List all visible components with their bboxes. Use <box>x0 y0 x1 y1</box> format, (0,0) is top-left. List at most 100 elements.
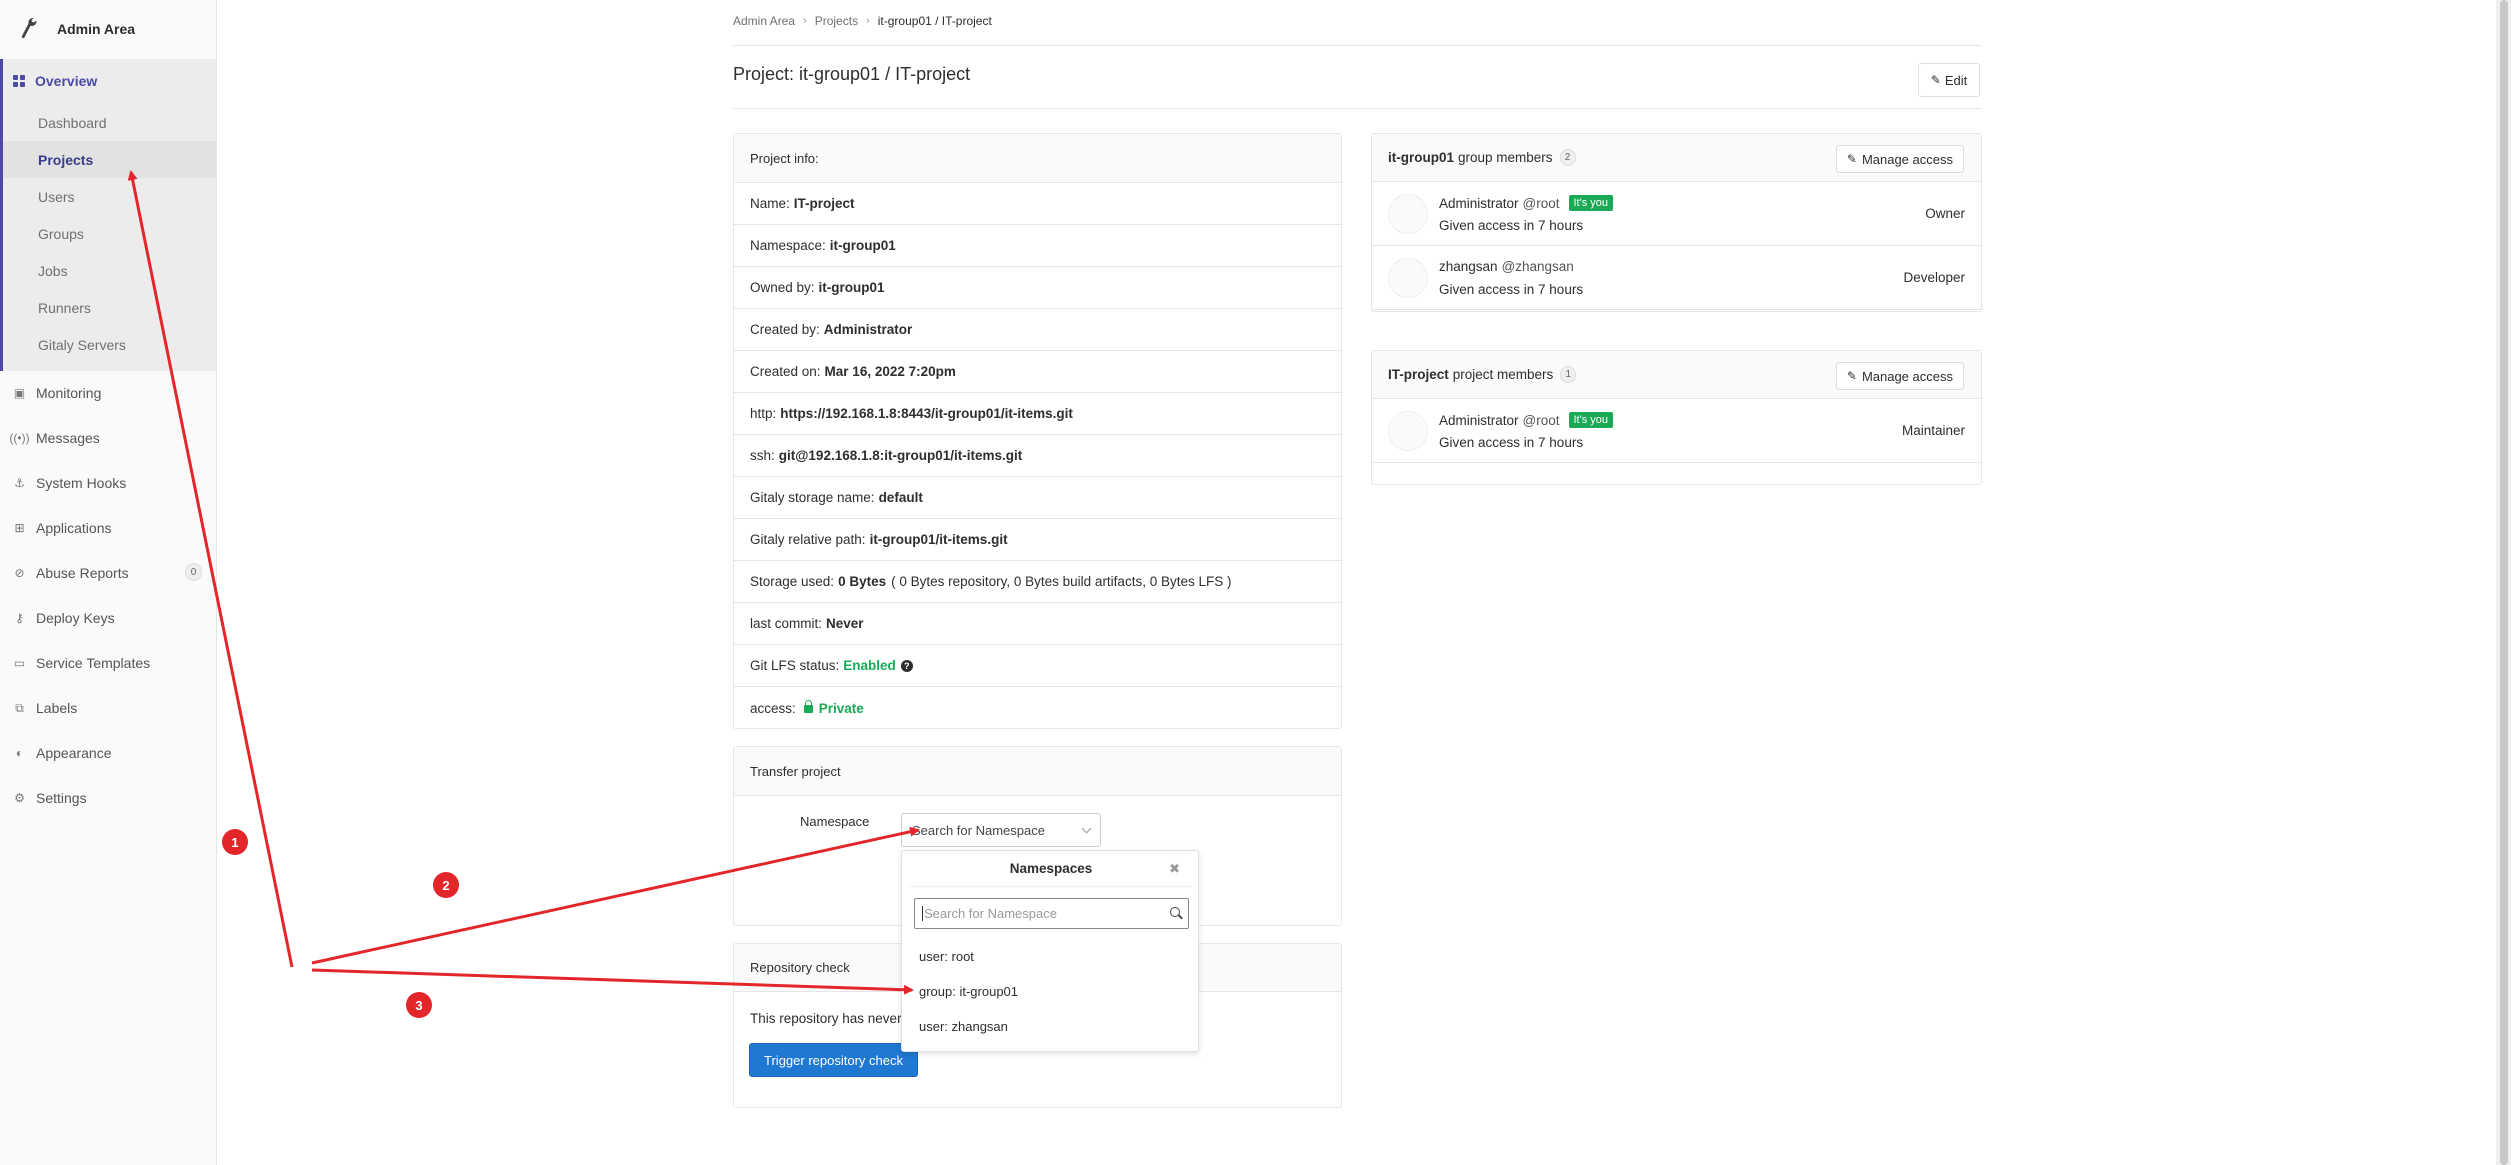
sidebar-item-groups[interactable]: Groups <box>38 219 84 249</box>
sidebar-header[interactable]: Admin Area <box>0 0 216 58</box>
repository-check-text: This repository has never <box>750 1011 902 1026</box>
panel-heading: Project info: <box>734 134 1341 183</box>
sidebar-item-system-hooks[interactable]: ⚓ System Hooks <box>13 468 126 498</box>
sidebar-item-label: System Hooks <box>36 475 127 491</box>
project-info-list: Name: IT-project Namespace: it-group01 Own… <box>734 183 1341 729</box>
sidebar-item-settings[interactable]: ⚙ Settings <box>13 783 87 813</box>
member-access-since: Given access in 7 hours <box>1439 435 1584 450</box>
report-icon: ⊘ <box>14 566 25 580</box>
namespace-option-root[interactable]: user: root <box>919 949 974 964</box>
namespace-option-zhangsan[interactable]: user: zhangsan <box>919 1019 1008 1034</box>
info-row-storage-used: Storage used: 0 Bytes( 0 Bytes repository… <box>734 561 1341 603</box>
hook-icon: ⚓ <box>14 476 25 490</box>
member-role: Developer <box>1903 270 1965 285</box>
question-icon[interactable]: ? <box>900 659 913 672</box>
sidebar-item-label: Monitoring <box>36 385 102 401</box>
avatar[interactable] <box>1388 411 1428 451</box>
sidebar-item-runners[interactable]: Runners <box>38 293 91 323</box>
group-name[interactable]: it-group01 <box>1388 150 1454 165</box>
manage-access-button[interactable]: ✎ Manage access <box>1835 362 1964 390</box>
gear-icon: ⚙ <box>14 791 25 805</box>
manage-access-button[interactable]: ✎ Manage access <box>1835 145 1964 173</box>
sidebar-item-overview[interactable]: Overview <box>13 66 97 96</box>
sidebar-item-service-templates[interactable]: ▭ Service Templates <box>13 648 150 678</box>
overview-grid-icon <box>13 75 25 87</box>
sidebar-item-dashboard[interactable]: Dashboard <box>38 108 107 138</box>
sidebar-item-jobs[interactable]: Jobs <box>38 256 68 286</box>
avatar[interactable] <box>1388 194 1428 234</box>
sidebar-item-label: Service Templates <box>36 655 151 671</box>
sidebar-item-gitaly-servers[interactable]: Gitaly Servers <box>38 330 126 360</box>
edit-label: Edit <box>1944 72 1968 88</box>
sidebar-item-label: Abuse Reports <box>36 565 129 581</box>
edit-icon: ✎ <box>1846 152 1857 166</box>
namespace-option-it-group01[interactable]: group: it-group01 <box>919 984 1018 999</box>
member-name[interactable]: Administrator <box>1439 413 1519 428</box>
member-row: Administrator @root It's you Given acces… <box>1372 399 1981 463</box>
namespace-search-input[interactable]: Search for Namespace <box>914 898 1189 929</box>
project-members-heading: IT-project project members 1 ✎ Manage ac… <box>1372 351 1981 399</box>
breadcrumb-current[interactable]: it-group01 / IT-project <box>878 14 992 28</box>
sidebar-item-abuse-reports[interactable]: ⊘ Abuse Reports <box>13 558 129 588</box>
edit-icon: ✎ <box>1846 369 1857 383</box>
namespace-dropdown: Namespaces ✖ Search for Namespace user: … <box>901 850 1199 1052</box>
sidebar-item-applications[interactable]: ⊞ Applications <box>13 513 112 543</box>
broadcast-icon: ((•)) <box>9 431 30 445</box>
abuse-reports-count-badge: 0 <box>185 563 202 581</box>
sidebar-title: Admin Area <box>57 21 136 37</box>
info-row-created-on: Created on: Mar 16, 2022 7:20pm <box>734 351 1341 393</box>
breadcrumb-admin-area[interactable]: Admin Area <box>733 14 795 28</box>
search-placeholder: Search for Namespace <box>924 906 1057 921</box>
sidebar-item-deploy-keys[interactable]: ⚷ Deploy Keys <box>13 603 115 633</box>
label-icon: ⧉ <box>15 700 24 715</box>
member-name[interactable]: zhangsan <box>1439 259 1498 274</box>
overview-active-bar <box>0 59 3 371</box>
info-row-lfs-status: Git LFS status: Enabled? <box>734 645 1341 687</box>
template-icon: ▭ <box>13 656 26 670</box>
page-title: Project: it-group01 / IT-project <box>733 64 971 84</box>
its-you-badge: It's you <box>1568 412 1614 428</box>
info-row-last-commit: last commit: Never <box>734 603 1341 645</box>
sidebar-item-monitoring[interactable]: ▣ Monitoring <box>13 378 102 408</box>
its-you-badge: It's you <box>1568 195 1614 211</box>
member-row: zhangsan @zhangsan Given access in 7 hou… <box>1372 246 1981 310</box>
edit-button[interactable]: ✎ Edit <box>1918 63 1980 97</box>
member-role: Owner <box>1925 206 1965 221</box>
sidebar-item-labels[interactable]: ⧉ Labels <box>13 693 77 723</box>
avatar[interactable] <box>1388 258 1428 298</box>
dropdown-title: Namespaces <box>910 851 1192 887</box>
member-name[interactable]: Administrator <box>1439 196 1519 211</box>
namespace-select[interactable]: Search for Namespace <box>901 813 1101 847</box>
breadcrumb-projects[interactable]: Projects <box>815 14 858 28</box>
chevron-down-icon <box>1081 823 1092 834</box>
panel-heading: Transfer project <box>734 747 1341 796</box>
group-members-heading: it-group01 group members 2 ✎ Manage acce… <box>1372 134 1981 182</box>
sidebar-item-users[interactable]: Users <box>38 182 75 212</box>
sidebar-item-label: Settings <box>36 790 87 806</box>
namespace-label: Namespace <box>800 814 870 829</box>
sidebar-item-projects[interactable]: Projects <box>38 145 93 175</box>
admin-sidebar: Admin Area Overview Dashboard Projects U… <box>0 0 217 1165</box>
trigger-repository-check-button[interactable]: Trigger repository check <box>749 1043 918 1077</box>
sidebar-item-appearance[interactable]: ◐ Appearance <box>13 738 112 768</box>
info-row-created-by: Created by: Administrator <box>734 309 1341 351</box>
chevron-right-icon: › <box>803 15 807 27</box>
close-icon[interactable]: ✖ <box>1169 861 1180 877</box>
member-access-since: Given access in 7 hours <box>1439 218 1584 233</box>
info-row-name: Name: IT-project <box>734 183 1341 225</box>
project-name[interactable]: IT-project <box>1388 367 1449 382</box>
sidebar-item-label: Appearance <box>36 745 112 761</box>
edit-icon: ✎ <box>1930 73 1941 87</box>
sidebar-item-label: Applications <box>36 520 112 536</box>
member-username: @root <box>1522 412 1560 428</box>
info-row-gitaly-path: Gitaly relative path: it-group01/it-items… <box>734 519 1341 561</box>
monitor-icon: ▣ <box>13 386 26 400</box>
sidebar-item-messages[interactable]: ((•)) Messages <box>9 423 99 453</box>
member-row: Administrator @root It's you Given acces… <box>1372 182 1981 246</box>
sidebar-item-label: Deploy Keys <box>36 610 115 626</box>
scrollbar-thumb[interactable] <box>2500 0 2508 1165</box>
active-item-highlight <box>3 141 216 178</box>
wrench-icon <box>21 18 37 39</box>
annotation-marker-1: 1 <box>222 829 248 855</box>
info-row-owned-by: Owned by: it-group01 <box>734 267 1341 309</box>
